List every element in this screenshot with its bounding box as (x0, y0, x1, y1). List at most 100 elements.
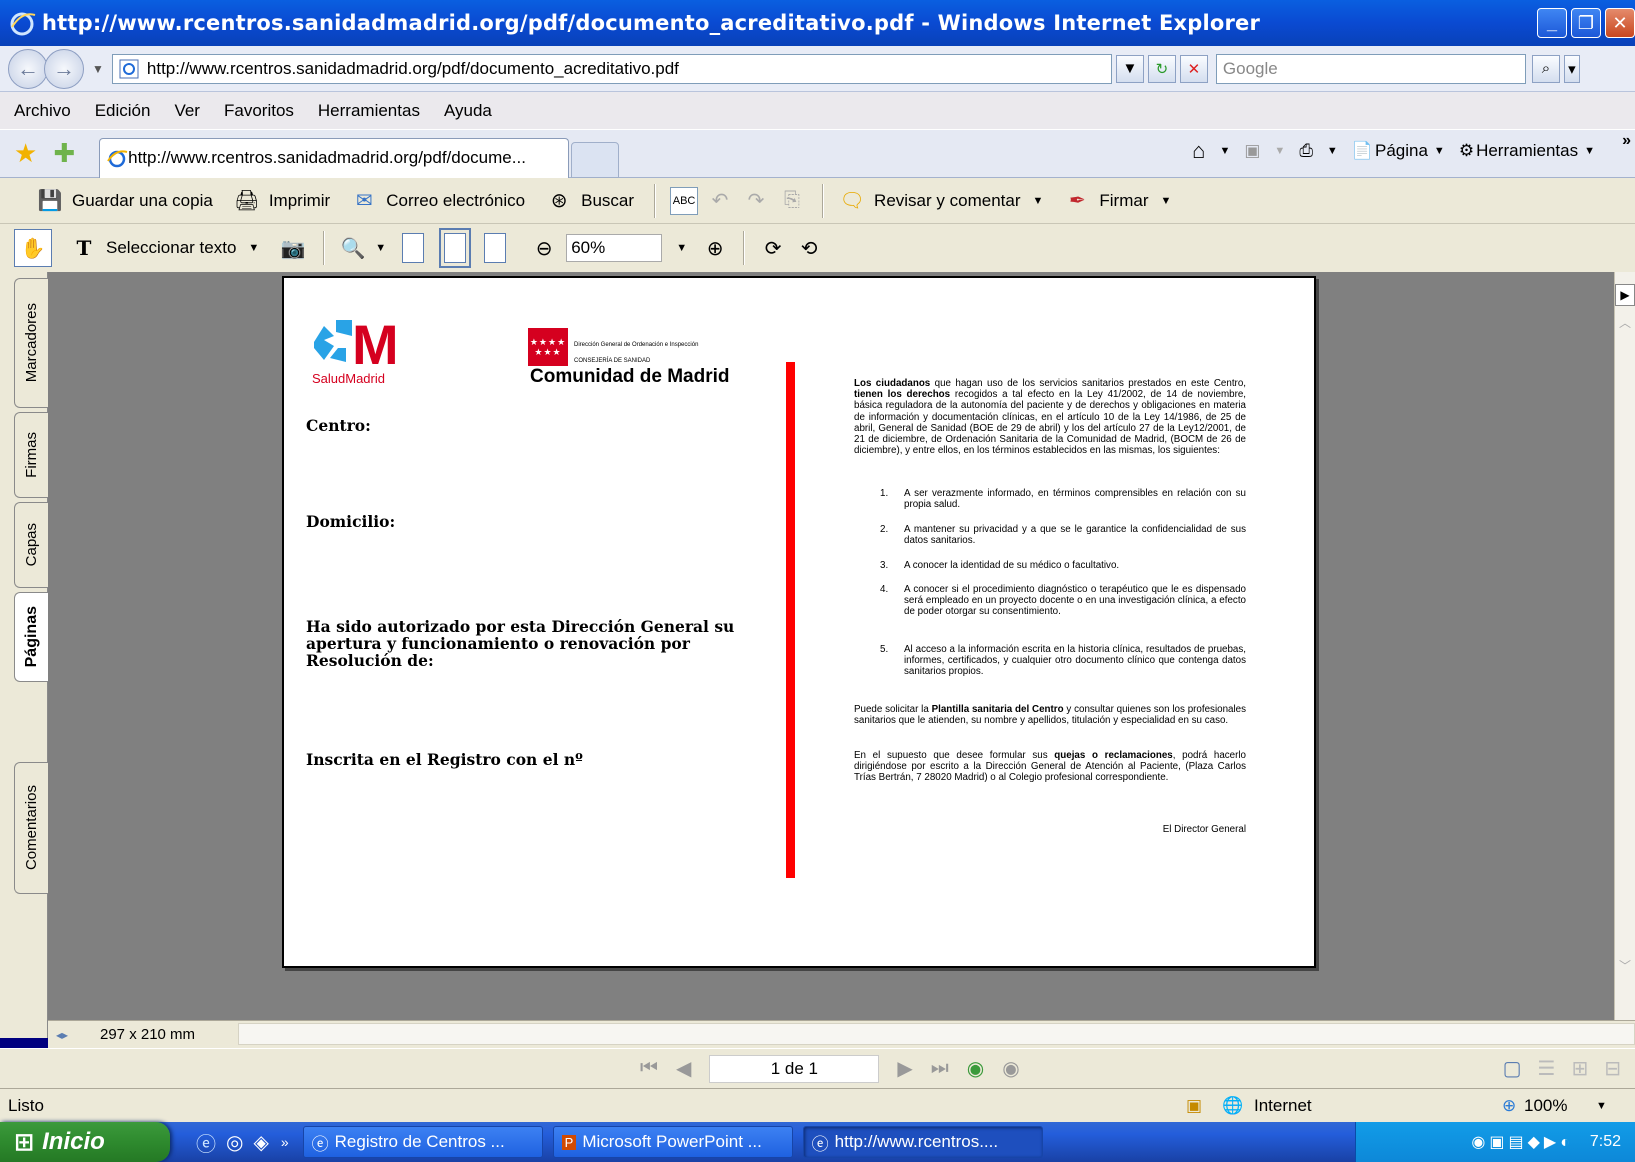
right-text-1: A ser verazmente informado, en términos … (904, 488, 1246, 511)
autorizado-text: Ha sido autorizado por esta Dirección Ge… (306, 617, 735, 670)
tab-marcadores[interactable]: Marcadores (14, 278, 48, 408)
zoom-dropdown-icon[interactable]: ▼ (676, 242, 687, 254)
new-tab-button[interactable] (571, 141, 620, 178)
windows-logo-icon: ⊞ (14, 1128, 35, 1156)
refresh-icon[interactable]: ↻ (1147, 54, 1176, 83)
acrobat-statusbar: ◂▸ 297 x 210 mm (48, 1020, 1635, 1048)
menu-archivo[interactable]: Archivo (14, 101, 71, 121)
menu-herramientas[interactable]: Herramientas (318, 101, 420, 121)
last-page-icon[interactable]: ⏭ (931, 1057, 949, 1080)
tab-capas[interactable]: Capas (14, 502, 48, 588)
find-button[interactable]: ⊛ Buscar (545, 187, 634, 215)
horizontal-scrollbar[interactable] (238, 1023, 1635, 1045)
taskbar-item-powerpoint[interactable]: P Microsoft PowerPoint ... (552, 1126, 793, 1158)
review-label: Revisar y comentar (874, 190, 1021, 210)
address-dropdown-icon[interactable]: ▼ (1115, 54, 1144, 83)
scroll-up-icon[interactable]: ︿ (1615, 314, 1635, 334)
home-icon[interactable]: ⌂ (1192, 138, 1205, 164)
facing-icon[interactable]: ⊞ (1571, 1056, 1588, 1081)
red-divider (786, 362, 795, 878)
address-input[interactable]: http://www.rcentros.sanidadmadrid.org/pd… (111, 53, 1112, 84)
actual-size-icon[interactable] (402, 233, 425, 263)
search-options-icon[interactable]: ▾ (1563, 54, 1580, 83)
stop-icon[interactable]: ✕ (1179, 54, 1208, 83)
tab-document[interactable]: http://www.rcentros.sanidadmadrid.org/pd… (99, 137, 570, 178)
tools-menu[interactable]: Herramientas (1476, 141, 1578, 161)
hand-tool-icon[interactable]: ✋ (14, 229, 52, 267)
restore-button[interactable]: ❐ (1571, 8, 1601, 38)
print-button[interactable]: 🖨 Imprimir (233, 187, 330, 215)
previous-view-icon[interactable]: ◉ (967, 1056, 984, 1081)
media-quicklaunch-icon[interactable]: ◈ (253, 1130, 268, 1155)
zoom-input[interactable]: 60% (566, 234, 663, 262)
continuous-icon[interactable]: ☰ (1538, 1056, 1556, 1081)
dg-name: Dirección General de Ordenación e Inspec… (574, 342, 699, 348)
print-icon[interactable]: ⎙ (1299, 141, 1313, 161)
prev-page-icon[interactable]: ◀ (676, 1056, 691, 1081)
quicklaunch-more-icon[interactable]: » (281, 1134, 289, 1150)
window-titlebar[interactable]: http://www.rcentros.sanidadmadrid.org/pd… (0, 0, 1635, 46)
chevron-down-icon[interactable]: ▼ (375, 242, 386, 254)
document-viewport[interactable]: M SaludMadrid ★★★★ ★★★ Dirección General … (48, 272, 1614, 1020)
minimize-button[interactable]: _ (1537, 8, 1567, 38)
spellcheck-icon[interactable]: ABC (670, 186, 699, 215)
zoom-level[interactable]: 100% (1524, 1096, 1567, 1116)
menu-favoritos[interactable]: Favoritos (224, 101, 294, 121)
page-menu[interactable]: Página (1375, 141, 1428, 161)
rotate-ccw-icon[interactable]: ⟲ (795, 234, 823, 262)
back-button[interactable]: ← (8, 48, 48, 89)
navigation-panel: Marcadores Firmas Capas Páginas Comentar… (0, 272, 48, 1038)
tray-icons[interactable]: ◉▣▤◆▶◐ (1471, 1132, 1573, 1152)
ie-quicklaunch-icon[interactable]: ⓔ (196, 1128, 216, 1157)
next-view-icon[interactable]: ◉ (1002, 1056, 1019, 1081)
search-icon[interactable]: ⌕ (1531, 54, 1560, 83)
quejas-bold: quejas o reclamaciones (1054, 750, 1173, 761)
page-number-input[interactable]: 1 de 1 (709, 1054, 880, 1083)
rotate-cw-icon[interactable]: ⟳ (759, 234, 787, 262)
zoom-in-icon[interactable]: ⊕ (701, 234, 729, 262)
search-input[interactable]: Google (1215, 53, 1526, 84)
vertical-scrollbar[interactable]: ▶ ︿ ﹀ (1614, 272, 1635, 1020)
undo-icon[interactable]: ↶ (706, 187, 734, 215)
scroll-down-icon[interactable]: ﹀ (1615, 957, 1635, 974)
chevron-more-icon[interactable]: » (1622, 132, 1631, 150)
menu-edicion[interactable]: Edición (95, 101, 151, 121)
first-page-icon[interactable]: ⏮ (640, 1057, 658, 1080)
fit-width-icon[interactable] (484, 233, 507, 263)
desktop-quicklaunch-icon[interactable]: ◎ (226, 1130, 243, 1155)
tab-paginas[interactable]: Páginas (14, 592, 48, 682)
zoom-out-icon[interactable]: ⊖ (530, 234, 558, 262)
history-dropdown-icon[interactable]: ▼ (92, 62, 104, 76)
tab-firmas[interactable]: Firmas (14, 412, 48, 498)
panel-expand-icon[interactable]: ▶ (1615, 284, 1635, 306)
menu-ayuda[interactable]: Ayuda (444, 101, 492, 121)
snapshot-icon[interactable]: 📷 (279, 234, 307, 262)
single-page-icon[interactable]: ▢ (1503, 1056, 1522, 1081)
split-handle-icon[interactable]: ◂▸ (48, 1028, 76, 1042)
zoom-in-tool-icon[interactable]: 🔍 (339, 234, 367, 262)
email-button[interactable]: ✉ Correo electrónico (350, 187, 525, 215)
favorites-star-icon[interactable]: ★ (14, 138, 37, 169)
select-text-tool[interactable]: T Seleccionar texto ▼ (70, 234, 260, 262)
fit-page-icon[interactable] (439, 228, 472, 268)
tab-comentarios[interactable]: Comentarios (14, 762, 48, 894)
continuous-facing-icon[interactable]: ⊟ (1604, 1056, 1621, 1081)
close-button[interactable]: ✕ (1605, 8, 1635, 38)
gear-icon[interactable]: ⚙ (1459, 141, 1474, 161)
copy-icon[interactable]: ⎘ (778, 187, 806, 215)
page-menu-icon[interactable]: 📄 (1352, 141, 1373, 161)
save-copy-button[interactable]: 💾 Guardar una copia (36, 187, 213, 215)
taskbar-item-registro[interactable]: ⓔ Registro de Centros ... (302, 1126, 543, 1158)
feeds-icon[interactable]: ▣ (1244, 141, 1260, 161)
zoom-level-dropdown-icon[interactable]: ▼ (1596, 1100, 1607, 1112)
sign-button[interactable]: ✒ Firmar ▼ (1063, 187, 1171, 215)
add-favorites-icon[interactable]: ✚ (53, 138, 75, 169)
forward-button[interactable]: → (44, 48, 84, 89)
start-button[interactable]: ⊞ Inicio (0, 1122, 170, 1162)
zoom-level-icon[interactable]: ⊕ (1502, 1096, 1516, 1116)
menu-ver[interactable]: Ver (174, 101, 200, 121)
redo-icon[interactable]: ↷ (742, 187, 770, 215)
next-page-icon[interactable]: ▶ (897, 1056, 912, 1081)
taskbar-item-ie[interactable]: ⓔ http://www.rcentros.... (802, 1126, 1043, 1158)
review-comment-button[interactable]: 🗨 Revisar y comentar ▼ (838, 187, 1043, 215)
